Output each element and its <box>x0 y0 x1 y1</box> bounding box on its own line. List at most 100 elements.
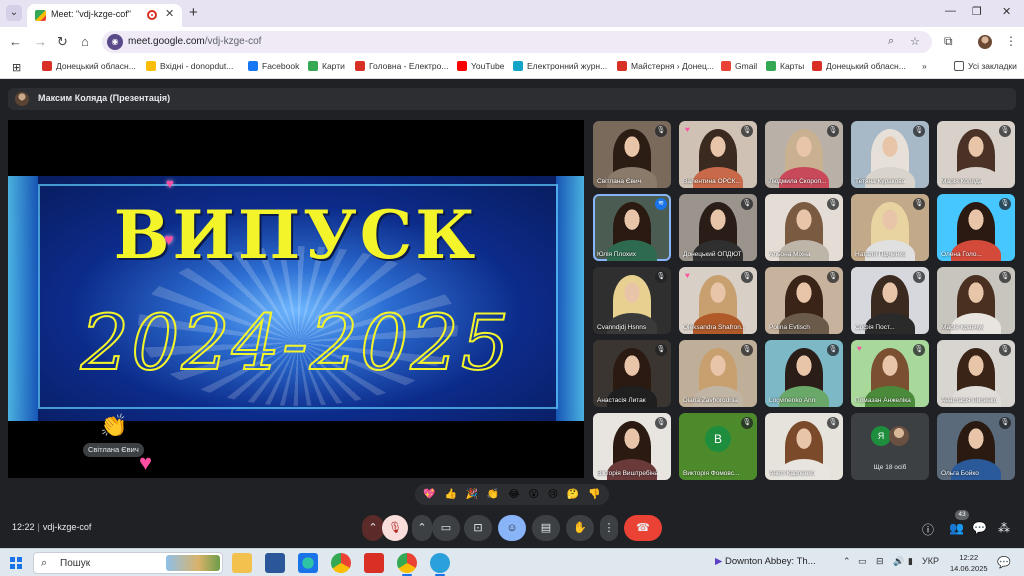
media-player-title[interactable]: ▶ Downton Abbey: Th... <box>715 556 816 567</box>
participant-tile[interactable]: 🎙 Анастасія Литак <box>593 340 671 407</box>
reload-icon[interactable]: ↻ <box>57 34 68 50</box>
tray-display-icon[interactable]: ▭ <box>858 556 867 567</box>
bookmark-item[interactable]: Facebook <box>248 61 299 71</box>
mic-options-chevron-icon[interactable]: ⌃ <box>362 515 384 541</box>
apps-grid-icon[interactable]: ⊞ <box>12 61 21 74</box>
reaction-thinking-icon[interactable]: 🤔 <box>567 489 579 500</box>
bookmark-item[interactable]: Майстерня › Донец... <box>617 61 714 71</box>
bookmarks-more[interactable]: » <box>922 61 927 71</box>
reaction-tears-of-joy-icon[interactable]: 😂 <box>508 489 520 500</box>
reaction-surprised-icon[interactable]: 😮 <box>529 489 539 500</box>
participant-tile[interactable]: 🎙 Polina Evtisch <box>765 267 843 334</box>
participant-tile[interactable]: ♥ 🎙 Помазан Анжеліка <box>851 340 929 407</box>
reaction-sparkling-heart-icon[interactable]: 💖 <box>423 489 435 500</box>
reaction-crying-icon[interactable]: 😢 <box>548 489 558 500</box>
participant-tile[interactable]: 🎙 Logvinenko Ann <box>765 340 843 407</box>
tray-network-icon[interactable]: ⊟ <box>876 556 884 567</box>
home-icon[interactable]: ⌂ <box>81 34 89 50</box>
bookmark-item[interactable]: Донецький обласн... <box>812 61 906 71</box>
language-indicator[interactable]: УКР <box>922 556 939 566</box>
emoji-reactions-button[interactable]: ☺ <box>498 515 526 541</box>
maximize-icon[interactable]: ❐ <box>972 5 982 18</box>
participant-tile[interactable]: 🎙 Світлана Євич <box>593 121 671 188</box>
participant-tile[interactable]: 🎙 Анастасія Лисенко <box>937 340 1015 407</box>
bookmark-item[interactable]: Донецький обласн... <box>42 61 136 71</box>
presentation-stage[interactable]: ВИПУСК 2024-2025 ♥ ♥ 👏 Світлана Євич ♥ <box>8 120 584 478</box>
participant-tile[interactable]: В 🎙 Викторія Фомовс... <box>679 413 757 480</box>
close-tab-icon[interactable]: ✕ <box>165 7 174 20</box>
bookmark-star-icon[interactable]: ☆ <box>910 35 920 48</box>
camera-button[interactable]: ▭ <box>432 515 460 541</box>
participant-tile[interactable]: 🎙 Наталя Підченко <box>851 194 929 261</box>
bookmark-item[interactable]: Карти <box>308 61 345 71</box>
participant-tile[interactable]: 🎙 Марія Коляда <box>937 121 1015 188</box>
edge-icon[interactable] <box>298 553 318 573</box>
participant-tile[interactable]: 🎙 Людмила Скороп... <box>765 121 843 188</box>
participant-tile[interactable]: 🎙 Олена Голо... <box>937 194 1015 261</box>
address-bar[interactable]: ◉ meet.google.com/vdj-kzge-cof ⌕ ☆ <box>102 31 932 53</box>
forward-arrow-icon[interactable]: → <box>34 34 47 50</box>
mic-off-button[interactable]: 🎙 <box>382 515 408 541</box>
reaction-party-popper-icon[interactable]: 🎉 <box>466 489 478 500</box>
people-icon[interactable]: 👥 <box>949 521 964 535</box>
reaction-thumbs-up-icon[interactable]: 👍 <box>445 489 457 500</box>
activities-icon[interactable]: ⁂ <box>998 521 1010 535</box>
participant-tile[interactable]: 🎙 Сvanndjdj Hsnns <box>593 267 671 334</box>
back-arrow-icon[interactable]: ← <box>9 34 22 50</box>
minimize-icon[interactable]: — <box>945 5 956 17</box>
meeting-details-icon[interactable]: ⓘ <box>922 521 934 538</box>
bookmark-item[interactable]: Карты <box>766 61 804 71</box>
word-icon[interactable] <box>265 553 285 573</box>
tray-battery-icon[interactable]: ▮ <box>908 556 913 567</box>
app-icon[interactable] <box>364 553 384 573</box>
bookmark-label: Донецький обласн... <box>56 61 136 71</box>
present-screen-button[interactable]: ⊡ <box>464 515 492 541</box>
file-explorer-icon[interactable] <box>232 553 252 573</box>
participant-tile[interactable]: ♥ 🎙 Валентина ОРСК... <box>679 121 757 188</box>
bookmark-item[interactable]: Gmail <box>721 61 757 71</box>
chat-icon[interactable]: 💬 <box>972 521 987 535</box>
more-options-button[interactable]: ⋮ <box>600 515 618 541</box>
taskbar-search[interactable]: ⌕ Пошук <box>33 552 223 574</box>
browser-menu-icon[interactable]: ⋮ <box>1005 34 1017 48</box>
close-window-icon[interactable]: ✕ <box>1002 5 1011 18</box>
notifications-icon[interactable]: 💬 <box>997 556 1011 569</box>
bookmark-item[interactable]: Головна - Електро... <box>355 61 448 71</box>
new-tab-button[interactable]: + <box>189 4 198 21</box>
chrome-icon[interactable] <box>331 553 351 573</box>
bookmark-item[interactable]: Вхідні - donopdut... <box>146 61 233 71</box>
bookmark-item[interactable]: YouTube <box>457 61 504 71</box>
participant-tile[interactable]: 🎙 Альона Міхна <box>765 194 843 261</box>
zoom-search-icon[interactable]: ⌕ <box>888 35 894 48</box>
camera-options-chevron-icon[interactable]: ⌃ <box>412 515 432 541</box>
extensions-icon[interactable]: ⧉ <box>944 34 953 49</box>
raise-hand-button[interactable]: ✋ <box>566 515 594 541</box>
participant-tile[interactable]: 🎙 Вікторія Виштребіна <box>593 413 671 480</box>
browser-tab-meet[interactable]: Meet: "vdj-kzge-cof" ✕ <box>27 4 182 27</box>
participant-tile[interactable]: 🎙 Тетяна Куракова <box>851 121 929 188</box>
reaction-thumbs-down-icon[interactable]: 👎 <box>588 489 600 500</box>
chrome-active-icon[interactable] <box>397 553 417 576</box>
participant-tile[interactable]: 🎙 Анеті Карпенко <box>765 413 843 480</box>
tray-volume-icon[interactable]: 🔊 <box>893 556 904 567</box>
tab-search-chevron-icon[interactable]: ⌄ <box>6 5 22 21</box>
telegram-icon[interactable] <box>430 553 450 576</box>
participant-tile[interactable]: 🎙 Софія Пост... <box>851 267 929 334</box>
participant-tile[interactable]: ≋ Юлія Плохих <box>593 194 671 261</box>
taskbar-clock[interactable]: 12:22 14.06.2025 <box>950 552 988 574</box>
participant-tile[interactable]: 🎙 Донецький ОПДЮТ <box>679 194 757 261</box>
site-info-icon[interactable]: ◉ <box>107 34 123 50</box>
bookmark-item[interactable]: Електронний журн... <box>513 61 607 71</box>
profile-avatar[interactable] <box>978 35 992 49</box>
captions-button[interactable]: ▤ <box>532 515 560 541</box>
participant-tile[interactable]: 🎙 Diana Zavhorodnia <box>679 340 757 407</box>
participant-tile[interactable]: ♥ 🎙 Oleksandra Shafron... <box>679 267 757 334</box>
reaction-clapping-hands-icon[interactable]: 👏 <box>487 489 499 500</box>
participant-tile[interactable]: 🎙 Ольга Бойко <box>937 413 1015 480</box>
leave-call-button[interactable]: ☎ <box>624 515 662 541</box>
all-bookmarks[interactable]: Усі закладки <box>954 61 1017 71</box>
participant-tile[interactable]: 🎙 Марія Кравчук <box>937 267 1015 334</box>
start-windows-icon[interactable] <box>10 557 22 569</box>
tray-chevron-icon[interactable]: ⌃ <box>843 556 851 567</box>
more-participants-tile[interactable]: Я Ще 18 осіб <box>851 413 929 480</box>
